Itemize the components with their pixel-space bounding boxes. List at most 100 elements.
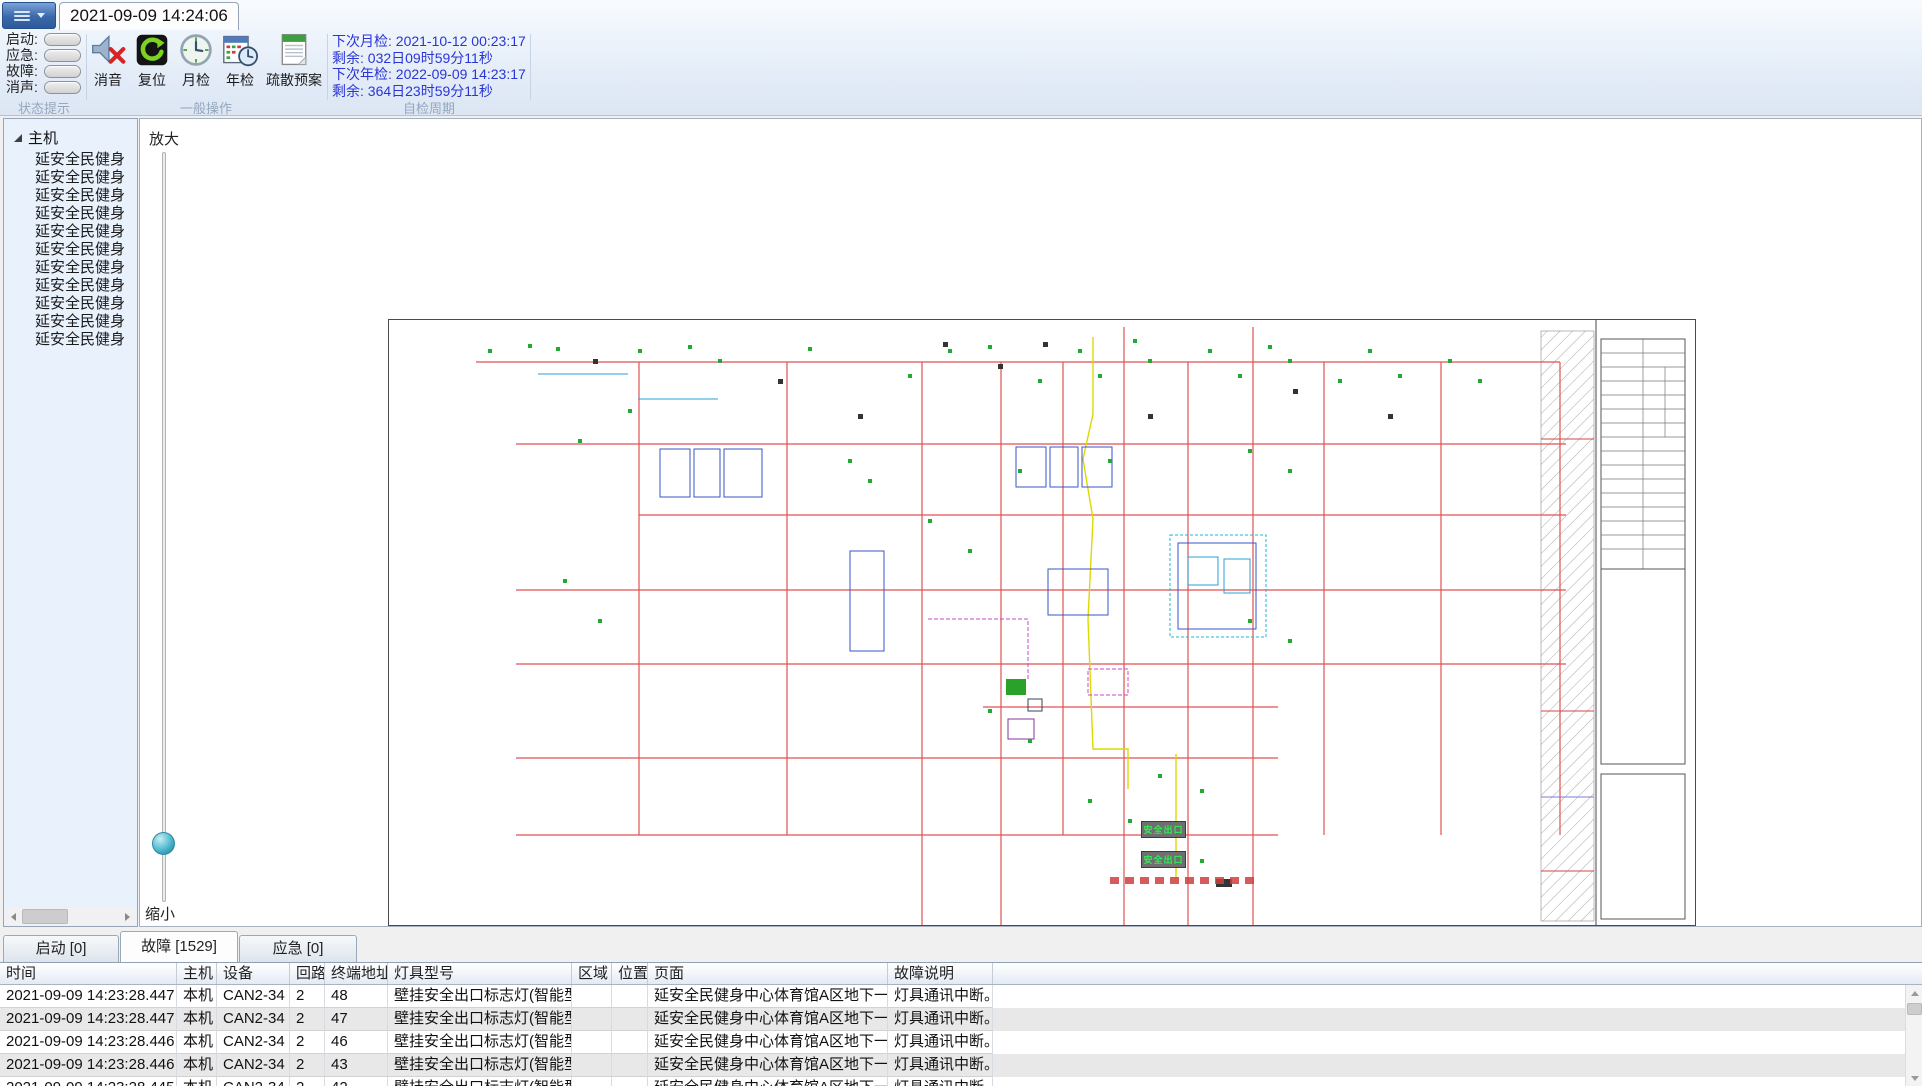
cell-lamp-model: 壁挂安全出口标志灯(智能型) [388, 1031, 572, 1054]
tree-item-device[interactable]: 延安全民健身 [35, 277, 135, 295]
tree-item-device[interactable]: 延安全民健身 [35, 295, 135, 313]
cell-time: 2021-09-09 14:23:28.446 [0, 1031, 177, 1054]
tree-item-device[interactable]: 延安全民健身 [35, 223, 135, 241]
tab-fault-events[interactable]: 故障 [1529] [120, 931, 238, 962]
scroll-up-button[interactable] [1906, 985, 1922, 1001]
cell-location [612, 985, 648, 1008]
tree-items: 延安全民健身 延安全民健身 延安全民健身 延安全民健身 延安全民健身 延安全民健… [35, 151, 137, 349]
mute-speaker-icon [90, 32, 126, 68]
evacuation-plan-button[interactable]: 疏散预案 [264, 31, 324, 91]
cell-time: 2021-09-09 14:23:28.447 [0, 985, 177, 1008]
tab-emergency-events[interactable]: 应急 [0] [239, 935, 357, 962]
status-indicator-fault [44, 65, 81, 78]
table-row[interactable]: 2021-09-09 14:23:28.446 本机 CAN2-34 2 43 … [0, 1054, 1905, 1077]
tree-item-device[interactable]: 延安全民健身 [35, 313, 135, 331]
cad-drawing-svg [388, 319, 1696, 926]
column-header[interactable]: 设备 [217, 963, 290, 984]
column-header[interactable]: 页面 [648, 963, 888, 984]
zoom-slider-thumb[interactable] [152, 832, 175, 855]
tree-item-device[interactable]: 延安全民健身 [35, 259, 135, 277]
cell-loop: 2 [290, 1031, 325, 1054]
scroll-down-button[interactable] [1906, 1070, 1922, 1086]
arrow-up-icon [1911, 991, 1919, 996]
cell-device: CAN2-34 [217, 1054, 290, 1077]
table-row[interactable]: 2021-09-09 14:23:28.447 本机 CAN2-34 2 47 … [0, 1008, 1905, 1031]
cell-host: 本机 [177, 1008, 217, 1031]
cell-fault-description: 灯具通讯中断。 [888, 985, 993, 1008]
reset-icon [134, 32, 170, 68]
column-header[interactable]: 时间 [0, 963, 177, 984]
tree-item-device[interactable]: 延安全民健身 [35, 331, 135, 349]
app-menu-button[interactable] [2, 2, 56, 29]
cell-lamp-model: 壁挂安全出口标志灯(智能型) [388, 1077, 572, 1086]
zoom-out-label[interactable]: 缩小 [145, 903, 175, 924]
ops-group: 消音 复位 月检 [88, 31, 324, 91]
table-vertical-scrollbar[interactable] [1905, 985, 1922, 1086]
monthly-check-button[interactable]: 月检 [176, 31, 216, 91]
zoom-in-label[interactable]: 放大 [149, 128, 179, 149]
zoom-slider-track[interactable] [162, 152, 166, 902]
cell-fault-description: 灯具通讯中断。 [888, 1054, 993, 1077]
status-indicator-start [44, 33, 81, 46]
floorplan-viewport[interactable]: 放大 缩小 [139, 118, 1922, 927]
tree-expander-icon[interactable] [14, 134, 22, 142]
tree-root-host[interactable]: 主机 [14, 127, 137, 148]
monthly-check-clock-icon [178, 32, 214, 68]
cell-page: 延安全民健身中心体育馆A区地下一层 [648, 1054, 888, 1077]
tree-item-device[interactable]: 延安全民健身 [35, 187, 135, 205]
annual-remaining: 剩余: 364日23时59分11秒 [332, 83, 526, 100]
cell-device: CAN2-34 [217, 1008, 290, 1031]
scroll-left-button[interactable] [5, 908, 22, 925]
tree-item-device[interactable]: 延安全民健身 [35, 151, 135, 169]
tab-start-events[interactable]: 启动 [0] [3, 935, 119, 962]
cell-device: CAN2-34 [217, 985, 290, 1008]
tree-horizontal-scrollbar[interactable] [5, 908, 136, 925]
clock-tab[interactable]: 2021-09-09 14:24:06 [59, 2, 239, 30]
tree-item-device[interactable]: 延安全民健身 [35, 169, 135, 187]
annual-check-button[interactable]: 年检 [220, 31, 260, 91]
column-header[interactable]: 终端地址 [325, 963, 388, 984]
cell-location [612, 1008, 648, 1031]
cell-terminal-address: 42 [325, 1077, 388, 1086]
arrow-down-icon [1911, 1076, 1919, 1081]
cell-fault-description: 灯具通讯中断。 [888, 1077, 993, 1086]
column-header[interactable]: 主机 [177, 963, 217, 984]
column-header[interactable]: 位置 [612, 963, 648, 984]
table-row[interactable]: 2021-09-09 14:23:28.445 本机 CAN2-34 2 42 … [0, 1077, 1905, 1086]
cell-page: 延安全民健身中心体育馆A区地下一层 [648, 985, 888, 1008]
safety-exit-badge: 安全出口 [1141, 851, 1186, 868]
cell-loop: 2 [290, 1008, 325, 1031]
cell-terminal-address: 47 [325, 1008, 388, 1031]
group-separator [86, 34, 87, 100]
monthly-remaining: 剩余: 032日09时59分11秒 [332, 50, 526, 67]
cell-area [572, 985, 612, 1008]
cell-area [572, 1031, 612, 1054]
group-label-ops: 一般操作 [88, 98, 324, 113]
fault-table-header: 时间 主机 设备 回路 终端地址 灯具型号 区域 位置 页面 故障说明 [0, 962, 1922, 985]
column-header[interactable]: 灯具型号 [388, 963, 572, 984]
evacuation-plan-icon [276, 32, 312, 68]
status-group: 启动: 应急: 故障: 消声: [6, 31, 84, 95]
cell-terminal-address: 48 [325, 985, 388, 1008]
column-header[interactable]: 区域 [572, 963, 612, 984]
cell-time: 2021-09-09 14:23:28.445 [0, 1077, 177, 1086]
cell-page: 延安全民健身中心体育馆A区地下一层 [648, 1031, 888, 1054]
cell-time: 2021-09-09 14:23:28.446 [0, 1054, 177, 1077]
mute-button[interactable]: 消音 [88, 31, 128, 91]
cell-host: 本机 [177, 1077, 217, 1086]
cad-floorplan-drawing[interactable]: 安全出口 安全出口 [388, 319, 1696, 926]
table-row[interactable]: 2021-09-09 14:23:28.447 本机 CAN2-34 2 48 … [0, 985, 1905, 1008]
scrollbar-thumb[interactable] [1907, 1003, 1922, 1015]
status-label-mute: 消声: [6, 77, 44, 97]
ribbon-toolbar: 2021-09-09 14:24:06 启动: 应急: 故障: 消声: 状态提示 [0, 0, 1922, 116]
tree-item-device[interactable]: 延安全民健身 [35, 205, 135, 223]
column-header[interactable]: 故障说明 [888, 963, 993, 984]
reset-button[interactable]: 复位 [132, 31, 172, 91]
scrollbar-thumb[interactable] [22, 909, 68, 924]
cell-host: 本机 [177, 1054, 217, 1077]
column-header[interactable]: 回路 [290, 963, 325, 984]
cell-location [612, 1031, 648, 1054]
table-row[interactable]: 2021-09-09 14:23:28.446 本机 CAN2-34 2 46 … [0, 1031, 1905, 1054]
scroll-right-button[interactable] [119, 908, 136, 925]
tree-item-device[interactable]: 延安全民健身 [35, 241, 135, 259]
